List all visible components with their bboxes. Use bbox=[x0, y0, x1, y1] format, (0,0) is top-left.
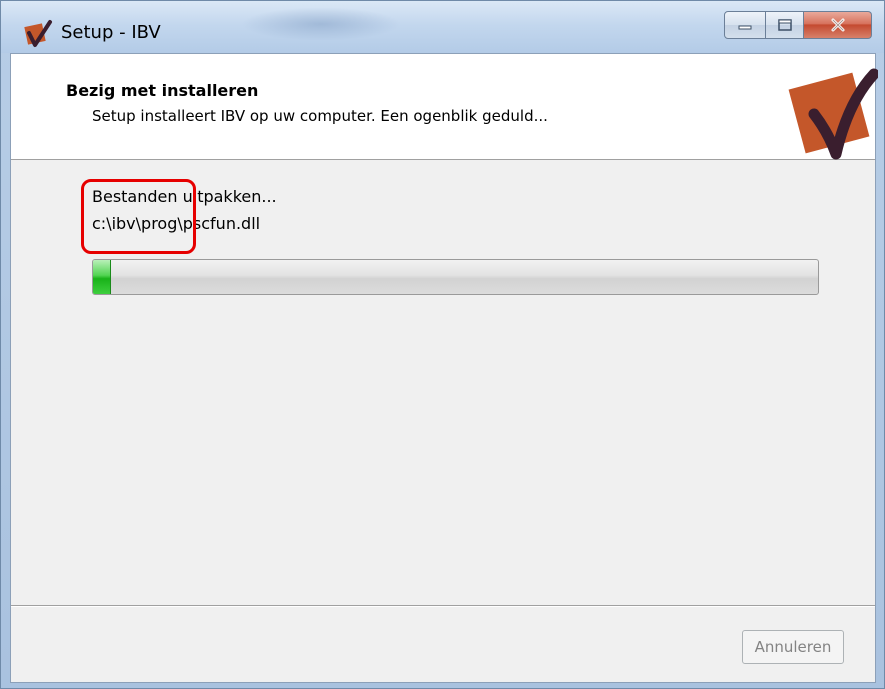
window-title: Setup - IBV bbox=[61, 22, 161, 43]
maximize-button[interactable] bbox=[766, 11, 804, 39]
minimize-button[interactable] bbox=[724, 11, 766, 39]
wizard-header: Bezig met installeren Setup installeert … bbox=[11, 54, 878, 160]
cancel-button[interactable]: Annuleren bbox=[742, 630, 844, 664]
page-subtitle: Setup installeert IBV op uw computer. Ee… bbox=[92, 107, 548, 125]
maximize-icon bbox=[777, 19, 792, 31]
install-progress-bar bbox=[92, 259, 819, 295]
caption-buttons bbox=[724, 11, 872, 39]
setup-client-area: Bezig met installeren Setup installeert … bbox=[10, 53, 878, 683]
close-icon bbox=[831, 18, 844, 32]
ibv-checkmark-logo bbox=[788, 68, 878, 160]
footer-divider bbox=[11, 605, 875, 607]
ibv-logo-icon bbox=[24, 20, 52, 47]
minimize-icon bbox=[738, 25, 752, 30]
page-title: Bezig met installeren bbox=[66, 81, 259, 100]
title-bar[interactable]: Setup - IBV bbox=[1, 1, 884, 53]
progress-fill bbox=[93, 260, 112, 294]
annotation-highlight-box bbox=[81, 179, 196, 254]
setup-window: Setup - IBV Bezig met installeren Setup … bbox=[0, 0, 885, 689]
close-button[interactable] bbox=[804, 11, 872, 39]
